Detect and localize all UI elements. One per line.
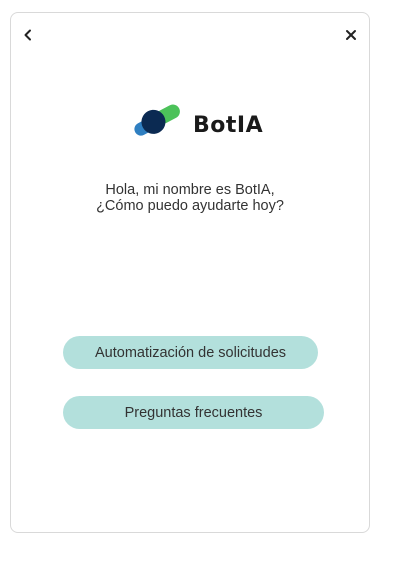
botia-logo-icon — [129, 103, 185, 142]
greeting-line-2: ¿Cómo puedo ayudarte hoy? — [96, 198, 284, 214]
brand-name: BotIA — [193, 112, 264, 138]
chevron-left-icon — [23, 29, 33, 41]
brand-logo: BotIA — [129, 103, 263, 142]
back-button[interactable] — [18, 25, 38, 45]
close-button[interactable] — [341, 25, 361, 45]
close-icon — [345, 29, 357, 41]
option-label: Automatización de solicitudes — [94, 344, 287, 361]
option-preguntas-button[interactable]: Preguntas frecuentes — [63, 396, 324, 429]
option-label: Preguntas frecuentes — [124, 404, 263, 421]
greeting-message: Hola, mi nombre es BotIA, ¿Cómo puedo ay… — [11, 182, 369, 214]
chat-panel: BotIA Hola, mi nombre es BotIA, ¿Cómo pu… — [10, 12, 370, 533]
greeting-line-1: Hola, mi nombre es BotIA, — [105, 182, 275, 198]
option-automatizacion-button[interactable]: Automatización de solicitudes — [63, 336, 318, 369]
